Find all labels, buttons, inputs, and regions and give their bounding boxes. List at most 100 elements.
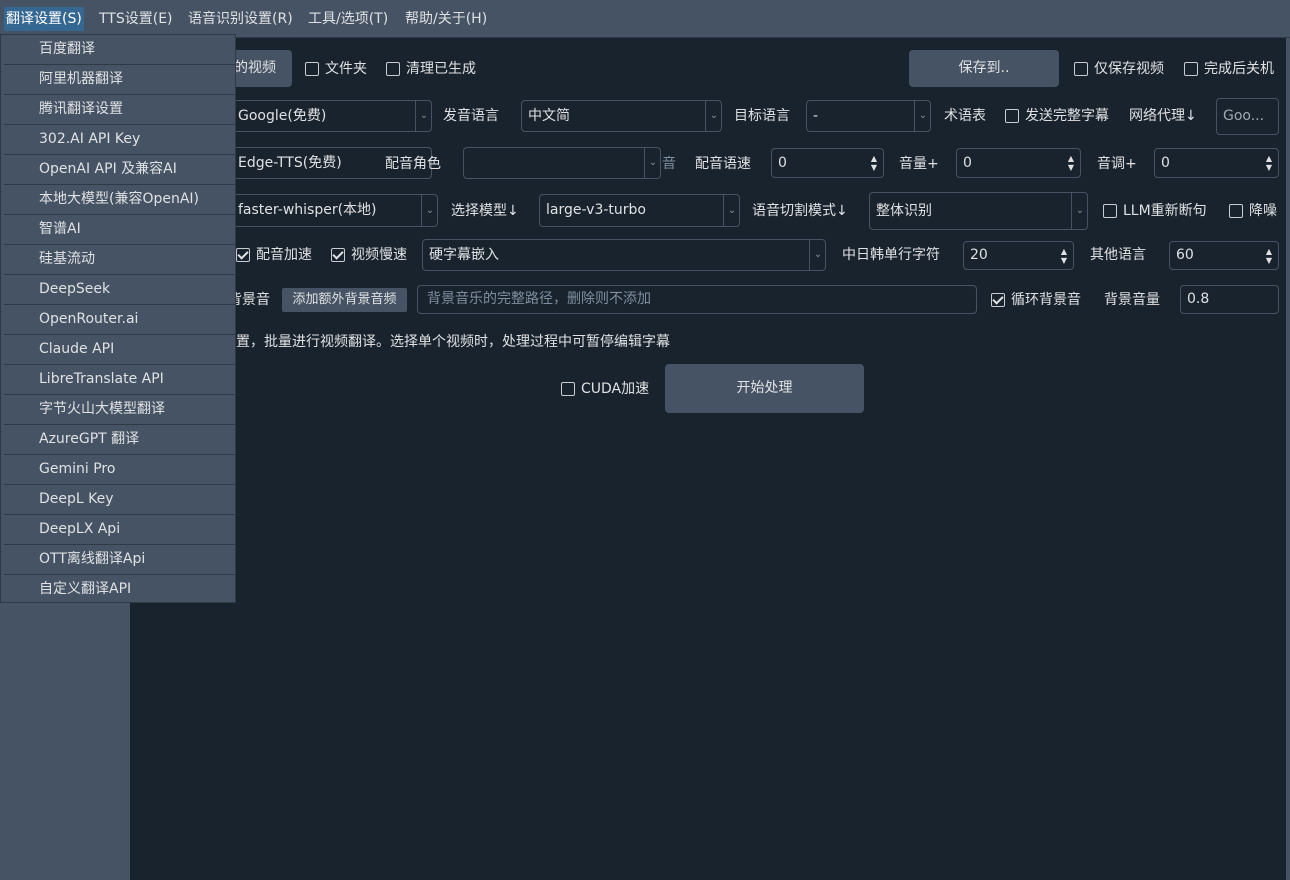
select-video-label: 的视频 <box>234 60 276 76</box>
chevron-down-icon: ⌄ <box>914 101 930 131</box>
spin-arrows-icon[interactable]: ▲ ▼ <box>1055 242 1073 269</box>
add-bgm-button[interactable]: 添加额外背景音频 <box>282 288 407 312</box>
model-value: large-v3-turbo <box>546 202 646 218</box>
send-full-subtitle-checkbox[interactable] <box>1005 109 1019 123</box>
pitch-label: 音调+ <box>1097 156 1137 172</box>
other-lang-spinbox[interactable]: 60 ▲ ▼ <box>1169 241 1279 270</box>
volume-label: 音量+ <box>899 156 939 172</box>
target-lang-select[interactable]: - ⌄ <box>806 100 931 132</box>
menu-item-ali[interactable]: 阿里机器翻译 <box>4 65 236 95</box>
menu-translate-settings[interactable]: 翻译设置(S) <box>4 7 84 31</box>
clean-generated-checkbox[interactable] <box>386 62 400 76</box>
tts-speed-label: 配音语速 <box>695 156 751 172</box>
model-label[interactable]: 选择模型↓ <box>451 201 519 221</box>
target-lang-label: 目标语言 <box>734 108 790 124</box>
spin-arrows-icon[interactable]: ▲ ▼ <box>1062 149 1080 177</box>
other-lang-label: 其他语言 <box>1090 247 1146 263</box>
dub-speedup-label: 配音加速 <box>256 247 312 263</box>
loop-bgm-label: 循环背景音 <box>1011 292 1081 308</box>
spin-arrows-icon[interactable]: ▲ ▼ <box>1260 149 1278 177</box>
cjk-chars-value: 20 <box>970 247 988 263</box>
video-slow-checkbox[interactable] <box>331 248 345 262</box>
source-lang-select[interactable]: 中文简 ⌄ <box>521 100 722 132</box>
denoise-checkbox[interactable] <box>1229 204 1243 218</box>
asr-engine-value: faster-whisper(本地) <box>238 202 377 218</box>
chevron-down-icon: ⌄ <box>809 240 825 270</box>
dub-speedup-checkbox[interactable] <box>236 248 250 262</box>
menu-item-claude[interactable]: Claude API <box>4 335 236 365</box>
menu-item-custom-api[interactable]: 自定义翻译API <box>4 575 236 605</box>
loop-bgm-checkbox[interactable] <box>991 293 1005 307</box>
source-lang-label: 发音语言 <box>443 108 499 124</box>
menu-item-zhipu[interactable]: 智谱AI <box>4 215 236 245</box>
subtitle-mode-select[interactable]: 硬字幕嵌入 ⌄ <box>422 239 826 271</box>
menu-asr-settings[interactable]: 语音识别设置(R) <box>186 8 295 30</box>
llm-resegment-label: LLM重新断句 <box>1123 203 1207 219</box>
tts-engine-value: Edge-TTS(免费) <box>238 155 342 171</box>
bgm-volume-input[interactable]: 0.8 <box>1180 285 1279 314</box>
tts-speed-value: 0 <box>778 155 787 171</box>
voice-role-label: 配音角色 <box>385 156 441 172</box>
split-mode-label[interactable]: 语音切割模式↓ <box>752 201 848 221</box>
shutdown-after-label: 完成后关机 <box>1204 61 1274 77</box>
proxy-label[interactable]: 网络代理↓ <box>1129 106 1197 126</box>
model-select[interactable]: large-v3-turbo ⌄ <box>539 194 740 227</box>
chevron-down-icon: ⌄ <box>723 195 739 226</box>
menu-item-volcengine[interactable]: 字节火山大模型翻译 <box>4 395 236 425</box>
llm-resegment-checkbox[interactable] <box>1103 204 1117 218</box>
chevron-down-icon: ⌄ <box>705 101 721 131</box>
proxy-input[interactable]: Goo... <box>1216 98 1279 135</box>
folder-checkbox[interactable] <box>305 62 319 76</box>
split-mode-value: 整体识别 <box>876 203 932 219</box>
spin-arrows-icon[interactable]: ▲ ▼ <box>865 149 883 177</box>
menu-item-deeplx[interactable]: DeepLX Api <box>4 515 236 545</box>
save-to-button[interactable]: 保存到.. <box>909 50 1059 87</box>
menu-item-libretranslate[interactable]: LibreTranslate API <box>4 365 236 395</box>
cjk-chars-label: 中日韩单行字符 <box>842 247 940 263</box>
only-save-video-label: 仅保存视频 <box>1094 61 1164 77</box>
voice-role-select[interactable]: ⌄ <box>463 147 661 179</box>
folder-label: 文件夹 <box>325 61 367 77</box>
right-edge-scrollbar[interactable] <box>1286 38 1290 880</box>
menu-item-baidu[interactable]: 百度翻译 <box>4 35 236 65</box>
menu-tts-settings[interactable]: TTS设置(E) <box>97 8 175 30</box>
menu-item-openai[interactable]: OpenAI API 及兼容AI <box>4 155 236 185</box>
menu-tools-options[interactable]: 工具/选项(T) <box>306 8 390 30</box>
menu-item-gemini[interactable]: Gemini Pro <box>4 455 236 485</box>
denoise-label: 降噪 <box>1249 203 1277 219</box>
chevron-down-icon: ⌄ <box>415 101 431 131</box>
glossary-button[interactable]: 术语表 <box>944 106 986 126</box>
source-lang-value: 中文简 <box>528 108 570 124</box>
cjk-chars-spinbox[interactable]: 20 ▲ ▼ <box>963 241 1074 270</box>
spin-arrows-icon[interactable]: ▲ ▼ <box>1260 242 1278 269</box>
menu-item-tencent[interactable]: 腾讯翻译设置 <box>4 95 236 125</box>
start-button[interactable]: 开始处理 <box>665 364 864 413</box>
menu-item-deepl[interactable]: DeepL Key <box>4 485 236 515</box>
pitch-spinbox[interactable]: 0 ▲ ▼ <box>1154 148 1279 178</box>
bgm-volume-label: 背景音量 <box>1104 292 1160 308</box>
chevron-down-icon: ⌄ <box>1071 193 1087 229</box>
clipped-label: 音 <box>662 156 676 172</box>
volume-spinbox[interactable]: 0 ▲ ▼ <box>956 148 1081 178</box>
translator-value: Google(免费) <box>238 108 327 124</box>
cuda-label: CUDA加速 <box>581 381 650 397</box>
menu-item-local-llm[interactable]: 本地大模型(兼容OpenAI) <box>4 185 236 215</box>
menu-help-about[interactable]: 帮助/关于(H) <box>403 8 489 30</box>
target-lang-value: - <box>813 108 819 124</box>
shutdown-after-checkbox[interactable] <box>1184 62 1198 76</box>
send-full-subtitle-label: 发送完整字幕 <box>1025 108 1109 124</box>
menu-item-deepseek[interactable]: DeepSeek <box>4 275 236 305</box>
pitch-value: 0 <box>1161 155 1170 171</box>
split-mode-select[interactable]: 整体识别 ⌄ <box>869 192 1088 230</box>
only-save-video-checkbox[interactable] <box>1074 62 1088 76</box>
menu-item-302ai[interactable]: 302.AI API Key <box>4 125 236 155</box>
menu-item-openrouter[interactable]: OpenRouter.ai <box>4 305 236 335</box>
menu-item-ott[interactable]: OTT离线翻译Api <box>4 545 236 575</box>
chevron-down-icon: ⌄ <box>644 148 660 178</box>
cuda-checkbox[interactable] <box>561 382 575 396</box>
tts-speed-spinbox[interactable]: 0 ▲ ▼ <box>771 148 884 178</box>
other-lang-value: 60 <box>1176 247 1194 263</box>
bgm-path-input[interactable]: 背景音乐的完整路径，删除则不添加 <box>417 285 977 314</box>
menu-item-siliconflow[interactable]: 硅基流动 <box>4 245 236 275</box>
menu-item-azuregpt[interactable]: AzureGPT 翻译 <box>4 425 236 455</box>
